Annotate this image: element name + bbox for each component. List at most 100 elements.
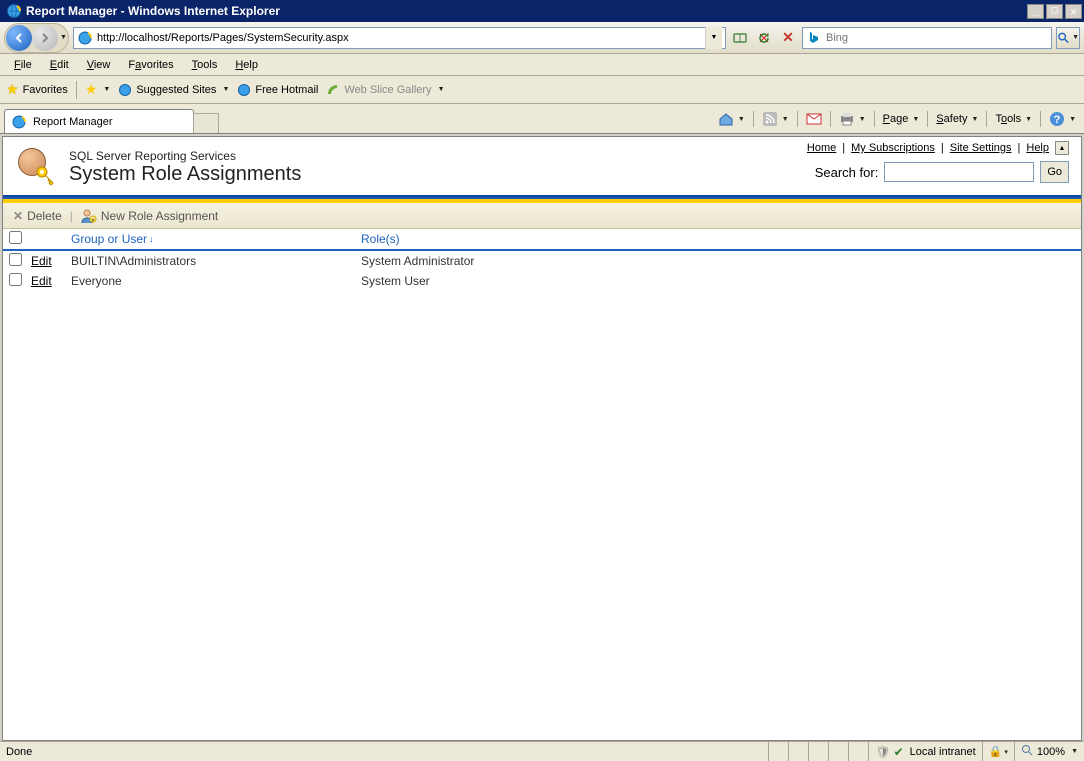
row-checkbox[interactable]	[9, 273, 22, 286]
suggested-sites-label: Suggested Sites	[136, 84, 216, 96]
page-content: Home | My Subscriptions | Site Settings …	[2, 136, 1082, 741]
add-to-favorites-bar-button[interactable]: ★ ▼	[85, 81, 111, 98]
edit-link[interactable]: Edit	[31, 274, 52, 288]
window-title: Report Manager - Windows Internet Explor…	[26, 4, 1025, 18]
web-slice-label: Web Slice Gallery	[344, 84, 431, 96]
ssrs-subtitle: SQL Server Reporting Services	[69, 149, 301, 163]
status-pane-4	[828, 742, 848, 761]
header-group-user[interactable]: Group or User	[71, 232, 147, 246]
free-hotmail-link[interactable]: Free Hotmail	[237, 83, 318, 97]
close-button[interactable]: ✕	[1065, 4, 1082, 19]
star-icon: ★	[6, 81, 19, 98]
privacy-icon: 🔒	[989, 745, 1003, 758]
sort-down-icon: ↓	[149, 234, 154, 244]
forward-button[interactable]	[32, 25, 58, 51]
status-zoom[interactable]: 100% ▼	[1014, 742, 1084, 761]
site-settings-link[interactable]: Site Settings	[950, 142, 1012, 154]
status-pane-3	[808, 742, 828, 761]
svg-text:?: ?	[1054, 114, 1061, 126]
header-roles[interactable]: Role(s)	[361, 232, 400, 246]
feeds-button[interactable]: ▼	[758, 109, 793, 129]
navigation-toolbar: ▼ ▼ ✕ ▼	[0, 22, 1084, 54]
back-button[interactable]	[6, 25, 32, 51]
new-tab-button[interactable]	[193, 113, 219, 133]
search-for-label: Search for:	[815, 165, 879, 180]
home-button[interactable]: ▼	[714, 109, 749, 129]
tab-title: Report Manager	[33, 116, 113, 128]
cell-group: Everyone	[71, 274, 361, 288]
cell-role: System Administrator	[361, 254, 1071, 268]
row-checkbox[interactable]	[9, 253, 22, 266]
status-pane-1	[768, 742, 788, 761]
top-links: Home | My Subscriptions | Site Settings …	[807, 141, 1069, 155]
my-subscriptions-link[interactable]: My Subscriptions	[851, 142, 935, 154]
webslice-icon	[326, 83, 340, 97]
table-row: Edit EveryoneSystem User	[3, 271, 1081, 291]
tab-bar: Report Manager ▼ ▼ ▼ Page▼ Safety▼ Tools…	[0, 104, 1084, 134]
status-zone[interactable]: 🛡 ✔ Local intranet	[868, 742, 981, 761]
menu-view[interactable]: View	[79, 57, 119, 73]
nav-history-dropdown[interactable]: ▼	[60, 34, 67, 41]
address-bar[interactable]: ▼	[73, 27, 726, 49]
zoom-value: 100%	[1037, 746, 1065, 758]
safety-menu[interactable]: Safety▼	[932, 111, 982, 127]
free-hotmail-label: Free Hotmail	[255, 84, 318, 96]
read-mail-button[interactable]	[802, 109, 826, 129]
home-link[interactable]: Home	[807, 142, 836, 154]
menu-tools[interactable]: Tools	[184, 57, 226, 73]
print-button[interactable]: ▼	[835, 109, 870, 129]
new-role-assignment-button[interactable]: ★ New Role Assignment	[81, 208, 218, 224]
search-input[interactable]	[826, 32, 1048, 44]
stop-button[interactable]: ✕	[778, 28, 798, 48]
go-button[interactable]: Go	[1040, 161, 1069, 183]
compatibility-view-button[interactable]	[730, 28, 750, 48]
help-button[interactable]: ?▼	[1045, 109, 1080, 129]
new-role-icon: ★	[81, 208, 97, 224]
refresh-button[interactable]	[754, 28, 774, 48]
search-go-button[interactable]: ▼	[1056, 27, 1080, 49]
menu-favorites[interactable]: Favorites	[120, 57, 181, 73]
ie-icon	[118, 83, 132, 97]
ssrs-title: System Role Assignments	[69, 163, 301, 186]
minimize-button[interactable]: _	[1027, 4, 1044, 19]
search-box[interactable]	[802, 27, 1052, 49]
rss-icon	[762, 111, 778, 127]
action-toolbar: ✕ Delete | ★ New Role Assignment	[3, 203, 1081, 229]
star-plus-icon: ★	[85, 81, 98, 98]
suggested-sites-link[interactable]: Suggested Sites ▼	[118, 83, 229, 97]
web-slice-gallery-link[interactable]: Web Slice Gallery ▼	[326, 83, 444, 97]
status-pane-2	[788, 742, 808, 761]
cell-role: System User	[361, 274, 1071, 288]
ie-icon	[6, 3, 22, 19]
zone-globe-icon: ✔	[894, 745, 904, 759]
delete-button[interactable]: ✕ Delete	[13, 209, 62, 223]
home-icon	[718, 111, 734, 127]
status-pane-5	[848, 742, 868, 761]
address-dropdown[interactable]: ▼	[705, 27, 722, 49]
bing-icon	[806, 30, 822, 46]
menu-edit[interactable]: Edit	[42, 57, 77, 73]
edit-link[interactable]: Edit	[31, 254, 52, 268]
favorites-button[interactable]: ★ Favorites	[6, 81, 68, 98]
delete-x-icon: ✕	[13, 209, 23, 223]
zoom-icon	[1021, 744, 1033, 759]
page-menu[interactable]: Page▼	[879, 111, 924, 127]
search-for-input[interactable]	[884, 162, 1034, 182]
zone-label: Local intranet	[910, 746, 976, 758]
scroll-up-button[interactable]: ▲	[1055, 141, 1069, 155]
address-input[interactable]	[93, 32, 705, 44]
search-area: Search for: Go	[815, 161, 1069, 183]
printer-icon	[839, 111, 855, 127]
menu-file[interactable]: File	[6, 57, 40, 73]
menu-help[interactable]: Help	[227, 57, 266, 73]
select-all-checkbox[interactable]	[9, 231, 22, 244]
help-link[interactable]: Help	[1026, 142, 1049, 154]
browser-tab[interactable]: Report Manager	[4, 109, 194, 133]
status-privacy[interactable]: 🔒▾	[982, 742, 1014, 761]
cell-group: BUILTIN\Administrators	[71, 254, 361, 268]
new-role-label: New Role Assignment	[101, 209, 218, 223]
table-row: Edit BUILTIN\AdministratorsSystem Adminis…	[3, 251, 1081, 271]
tools-menu[interactable]: Tools▼	[991, 111, 1036, 127]
favorites-bar: ★ Favorites ★ ▼ Suggested Sites ▼ Free H…	[0, 76, 1084, 104]
maximize-button[interactable]: □	[1046, 4, 1063, 19]
